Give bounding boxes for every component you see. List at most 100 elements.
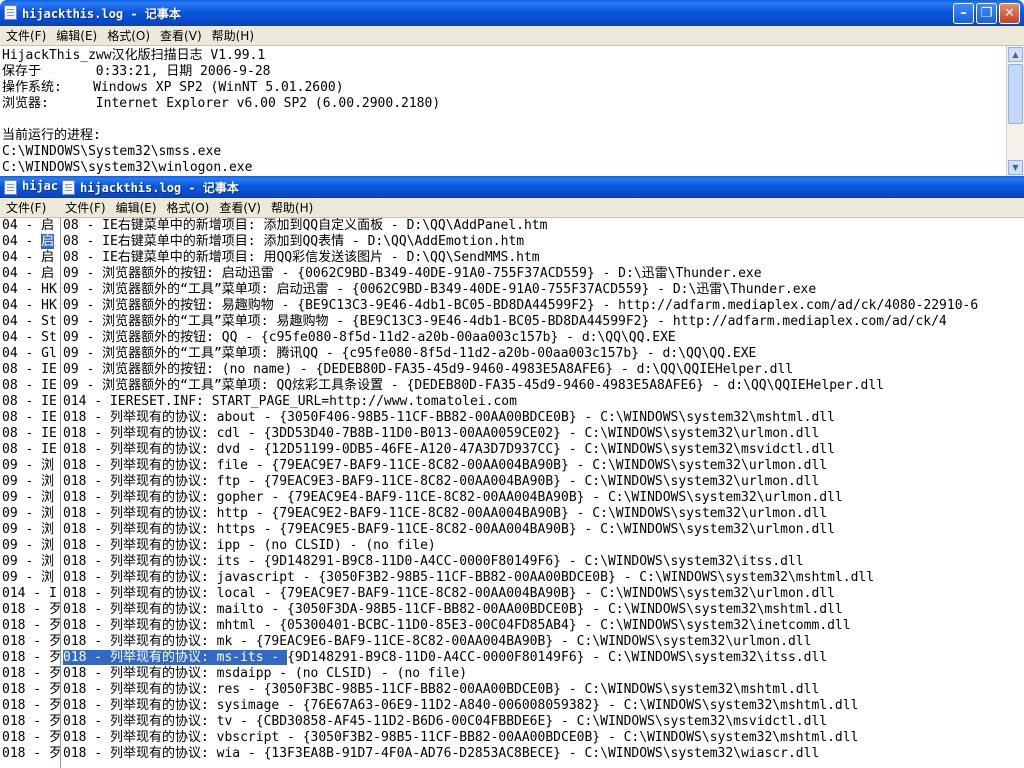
text-line: 04 - 启: [2, 234, 55, 249]
menu-edit[interactable]: 编辑(E): [51, 27, 102, 44]
text-line: 09 - 浏: [2, 522, 55, 537]
text-line: 018 - 歹: [2, 714, 61, 729]
text-line: 04 - HK: [2, 282, 57, 297]
text-line: 018 - 列举现有的协议: wia - {13F3EA8B-91D7-4F0A…: [63, 746, 820, 761]
window-controls: – ❐ ✕: [953, 3, 1020, 24]
text-line: 018 - 列举现有的协议: sysimage - {76E67A63-06E9…: [63, 698, 859, 713]
text-line: 09 - 浏览器额外的按钮: QQ - {c95fe080-8f5d-11d2-…: [63, 330, 676, 345]
text-line: 保存于 0:33:21, 日期 2006-9-28: [2, 64, 271, 79]
text-line: 04 - HK: [2, 298, 57, 313]
menu-file[interactable]: 文件(F): [51, 199, 110, 216]
text-line: HijackThis_zww汉化版扫描日志 V1.99.1: [2, 48, 266, 63]
behind-window-title: hijac: [22, 179, 59, 193]
menu-view[interactable]: 查看(V): [214, 199, 266, 216]
scroll-up-arrow-icon[interactable]: ▲: [1008, 47, 1023, 62]
text-line: 04 - 启: [2, 266, 55, 281]
text-line: 018 - 列举现有的协议: dvd - {12D51199-0DB5-46FE…: [63, 442, 835, 457]
text-line: 018 - 歹: [2, 602, 61, 617]
scroll-down-arrow-icon[interactable]: ▼: [1008, 160, 1023, 175]
text-line: 09 - 浏览器额外的按钮: 启动迅雷 - {0062C9BD-B349-40D…: [63, 266, 762, 281]
text-line: 08 - IE右键菜单中的新增项目: 添加到QQ自定义面板 - D:\QQ\Ad…: [63, 218, 548, 233]
menu-format[interactable]: 格式(O): [162, 199, 215, 216]
text-line: 018 - 列举现有的协议: msdaipp - (no CLSID) - (n…: [63, 666, 468, 681]
selected-text: 018 - 列举现有的协议: ms-its -: [63, 650, 288, 665]
menu-edit[interactable]: 编辑(E): [111, 199, 162, 216]
text-line: 浏览器: Internet Explorer v6.00 SP2 (6.00.2…: [2, 96, 441, 111]
text-line: 09 - 浏览器额外的“工具”菜单项: 易趣购物 - {BE9C13C3-9E4…: [63, 314, 947, 329]
notepad-icon: [62, 180, 75, 195]
menu-bar: 文件(F) 文件(F) 编辑(E) 格式(O) 查看(V) 帮助(H): [0, 198, 1024, 218]
text-line: 018 - 列举现有的协议: cdl - {3DD53D40-7B8B-11D0…: [63, 426, 820, 441]
text-line: 018 - 歹: [2, 618, 61, 633]
text-line: 018 - 列举现有的协议: its - {9D148291-B9C8-11D0…: [63, 554, 804, 569]
text-line: 08 - IE: [2, 362, 57, 377]
menu-help[interactable]: 帮助(H): [207, 27, 259, 44]
window-title: hijackthis.log - 记事本: [80, 181, 239, 195]
text-line: 操作系统: Windows XP SP2 (WinNT 5.01.2600): [2, 80, 344, 95]
text-line: 018 - 歹: [2, 730, 61, 745]
text-line: 08 - IE: [2, 394, 57, 409]
text-editor[interactable]: HijackThis_zww汉化版扫描日志 V1.99.1 保存于 0:33:21…: [0, 46, 1006, 176]
text-line: 018 - 歹: [2, 634, 61, 649]
notepad-icon: [4, 5, 17, 20]
title-bar[interactable]: hijackthis.log - 记事本 – ❐ ✕: [0, 0, 1024, 26]
text-line: 09 - 浏览器额外的“工具”菜单项: QQ炫彩工具条设置 - {DEDEB80…: [63, 378, 884, 393]
text-line: 018 - 列举现有的协议: about - {3050F406-98B5-11…: [63, 410, 835, 425]
close-button[interactable]: ✕: [999, 3, 1020, 24]
menu-file-behind[interactable]: 文件(F): [0, 199, 51, 216]
behind-window-text[interactable]: 04 - 启 04 - 启 04 - 启 04 - 启 04 - HK 04 - HK 04…: [0, 218, 61, 768]
notepad-window-front[interactable]: hijackthis.log - 记事本 – ❐ ✕ 文件(F) 编辑(E) 格…: [0, 0, 1024, 176]
maximize-button[interactable]: ❐: [976, 3, 997, 24]
text-line: 08 - IE: [2, 410, 57, 425]
text-line: 018 - 列举现有的协议: local - {79EAC9E7-BAF9-11…: [63, 586, 835, 601]
window-title: hijackthis.log - 记事本: [22, 7, 181, 21]
menu-view[interactable]: 查看(V): [155, 27, 207, 44]
text-line: 08 - IE: [2, 442, 57, 457]
notepad-icon: [4, 180, 17, 195]
text-line: 018 - 列举现有的协议: file - {79EAC9E7-BAF9-11C…: [63, 458, 828, 473]
text-line: 018 - 列举现有的协议: https - {79EAC9E5-BAF9-11…: [63, 522, 835, 537]
text-line: 09 - 浏: [2, 506, 55, 521]
selected-text: 启: [41, 234, 55, 249]
text-line: 09 - 浏览器额外的“工具”菜单项: 启动迅雷 - {0062C9BD-B34…: [63, 282, 817, 297]
text-line: 09 - 浏: [2, 538, 55, 553]
text-line: [0, 112, 1006, 128]
text-line: 018 - 歹: [2, 650, 61, 665]
text-line: 018 - 列举现有的协议: ipp - (no CLSID) - (no fi…: [63, 538, 436, 553]
title-bar[interactable]: hijac hijackthis.log - 记事本: [0, 176, 1024, 198]
text-line: 09 - 浏: [2, 458, 55, 473]
text-line: 018 - 列举现有的协议: vbscript - {3050F3B2-98B5…: [63, 730, 859, 745]
text-line: 018 - 列举现有的协议: mhtml - {05300401-BCBC-11…: [63, 618, 851, 633]
text-line: C:\WINDOWS\System32\smss.exe: [2, 144, 222, 159]
menu-help[interactable]: 帮助(H): [266, 199, 318, 216]
text-line: 04 - 启: [2, 218, 55, 233]
notepad-window-back[interactable]: hijac hijackthis.log - 记事本 文件(F) 文件(F) 编…: [0, 176, 1024, 768]
vertical-scrollbar[interactable]: ▲ ▼: [1006, 46, 1024, 176]
text-line: 018 - 歹: [2, 746, 61, 761]
text-line: 014 - I: [2, 586, 57, 601]
text-line: 09 - 浏: [2, 570, 55, 585]
text-line: 08 - IE右键菜单中的新增项目: 添加到QQ表情 - D:\QQ\AddEm…: [63, 234, 525, 249]
text-line: 018 - 列举现有的协议: http - {79EAC9E2-BAF9-11C…: [63, 506, 828, 521]
minimize-button[interactable]: –: [953, 3, 974, 24]
text-line: 018 - 歹: [2, 698, 61, 713]
text-line: 08 - IE: [2, 426, 57, 441]
text-line: 018 - 列举现有的协议: mailto - {3050F3DA-98B5-1…: [63, 602, 843, 617]
text-line: 09 - 浏: [2, 490, 55, 505]
text-line: 09 - 浏览器额外的按钮: 易趣购物 - {BE9C13C3-9E46-4db…: [63, 298, 979, 313]
menu-bar: 文件(F) 编辑(E) 格式(O) 查看(V) 帮助(H): [0, 26, 1024, 46]
text-editor[interactable]: 08 - IE右键菜单中的新增项目: 添加到QQ自定义面板 - D:\QQ\Ad…: [61, 218, 1024, 768]
menu-file[interactable]: 文件(F): [0, 27, 51, 44]
text-line: 09 - 浏: [2, 554, 55, 569]
text-line: 04 - Gl: [2, 346, 57, 361]
text-line: 018 - 列举现有的协议: gopher - {79EAC9E4-BAF9-1…: [63, 490, 843, 505]
text-line: C:\WINDOWS\system32\winlogon.exe: [2, 160, 253, 175]
text-line: 04 - St: [2, 314, 57, 329]
text-line: 当前运行的进程:: [2, 128, 101, 143]
text-line: 018 - 歹: [2, 666, 61, 681]
text-line: 09 - 浏览器额外的“工具”菜单项: 腾讯QQ - {c95fe080-8f5…: [63, 346, 757, 361]
scroll-thumb[interactable]: [1008, 64, 1023, 124]
text-line: 018 - 列举现有的协议: ftp - {79EAC9E3-BAF9-11CE…: [63, 474, 820, 489]
text-line: 09 - 浏览器额外的按钮: (no name) - {DEDEB80D-FA3…: [63, 362, 794, 377]
menu-format[interactable]: 格式(O): [102, 27, 155, 44]
